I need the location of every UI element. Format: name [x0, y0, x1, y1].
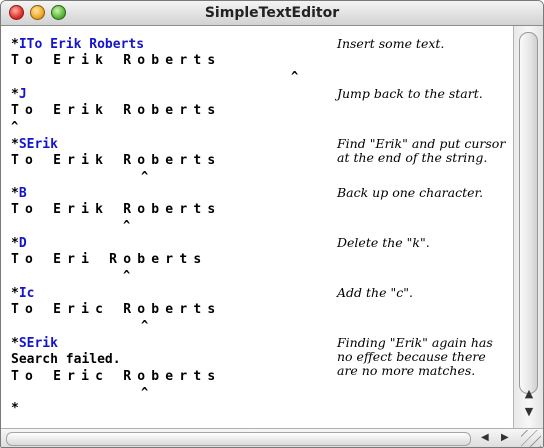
cursor-caret: ^	[123, 218, 131, 232]
scroll-thumb[interactable]	[519, 32, 538, 394]
cursor-caret: ^	[141, 318, 149, 332]
buffer-line: To Erik Roberts	[11, 153, 222, 168]
resize-grip-icon[interactable]	[521, 430, 541, 447]
command-line: *ITo Erik Roberts	[11, 37, 145, 52]
command-line: *D	[11, 236, 27, 251]
command-line: *SErik	[11, 137, 58, 152]
cursor-caret: ^	[123, 268, 131, 282]
scroll-left-icon[interactable]: ◀	[481, 432, 489, 444]
annotation-note: Back up one character.	[337, 185, 484, 200]
scroll-down-icon[interactable]: ▼	[521, 406, 537, 418]
cursor-caret: ^	[141, 385, 149, 399]
horizontal-scrollbar[interactable]: ◀ ▶	[1, 428, 543, 447]
console-area[interactable]: *ITo Erik Roberts To Erik Roberts ^ Inse…	[1, 26, 513, 428]
annotation-note: Find "Erik" and put cursor at the end of…	[337, 136, 506, 165]
buffer-line: To Erik Roberts	[11, 202, 222, 217]
editor-window: SimpleTextEditor *ITo Erik Roberts To Er…	[0, 0, 544, 448]
command-line: *SErik	[11, 336, 58, 351]
horizontal-scroll-thumb[interactable]	[6, 432, 471, 446]
annotation-note: Add the "c".	[337, 285, 413, 300]
status-message: Search failed.	[11, 352, 121, 367]
buffer-line: To Eri Roberts	[11, 252, 208, 267]
annotation-note: Delete the "k".	[337, 235, 430, 250]
buffer-line: To Eric Roberts	[11, 369, 222, 384]
buffer-line: To Erik Roberts	[11, 103, 222, 118]
cursor-caret: ^	[291, 69, 299, 83]
cursor-caret: ^	[11, 119, 19, 133]
vertical-scrollbar[interactable]: ▲ ▼	[513, 26, 543, 428]
command-line: *B	[11, 186, 27, 201]
scroll-right-icon[interactable]: ▶	[501, 432, 509, 444]
command-line: *J	[11, 87, 27, 102]
buffer-line: To Erik Roberts	[11, 53, 222, 68]
buffer-line: To Eric Roberts	[11, 302, 222, 317]
input-prompt[interactable]: *	[11, 401, 19, 416]
annotation-note: Finding "Erik" again has no effect becau…	[337, 335, 493, 378]
window-title: SimpleTextEditor	[204, 5, 340, 21]
annotation-note: Insert some text.	[337, 36, 445, 51]
command-line: *Ic	[11, 286, 35, 301]
annotation-note: Jump back to the start.	[337, 86, 483, 101]
scroll-up-icon[interactable]: ▲	[521, 388, 537, 400]
cursor-caret: ^	[141, 169, 149, 183]
title-bar[interactable]: SimpleTextEditor	[1, 1, 543, 26]
